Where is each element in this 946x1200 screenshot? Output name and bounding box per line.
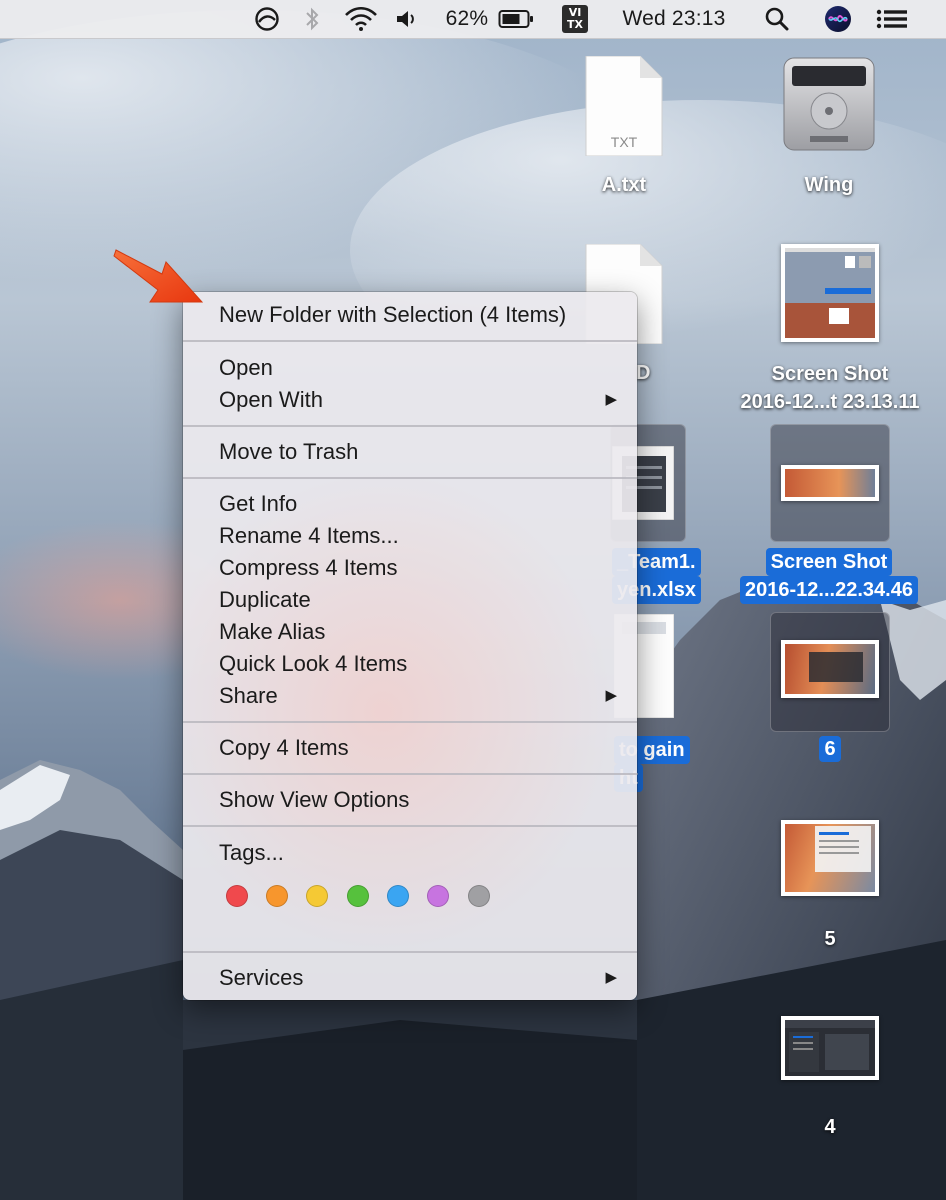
context-menu: New Folder with Selection (4 Items) Open… [183,292,637,1000]
menu-item-duplicate[interactable]: Duplicate [183,584,637,616]
screenshot-thumbnail [785,248,875,338]
tag-orange[interactable] [266,885,288,907]
screenshot-thumbnail [785,469,875,497]
desktop-screenshot-4[interactable] [781,1016,879,1080]
menu-item-services[interactable]: Services ▶ [183,962,637,994]
file-a-label: A.txt [601,174,647,196]
file-partial-d-label: D [636,362,651,384]
desktop-screenshot-231311[interactable] [781,244,879,342]
tag-gray[interactable] [468,885,490,907]
tag-purple[interactable] [427,885,449,907]
focus-circle-icon[interactable] [252,0,282,38]
menu-list-icon[interactable] [874,0,910,38]
input-source-badge[interactable]: VI TX [560,0,590,38]
menu-separator [183,773,637,775]
input-badge-line2: TX [567,18,583,31]
annotation-arrow-icon [113,249,204,303]
desktop-screenshot-6[interactable] [781,640,879,698]
bluetooth-icon[interactable] [300,0,324,38]
volume-icon[interactable] [394,0,420,38]
hard-disk-icon [783,57,875,151]
screenshot-thumbnail [785,1020,875,1076]
tag-yellow[interactable] [306,885,328,907]
menu-item-open-with[interactable]: Open With ▶ [183,384,637,416]
menu-item-compress[interactable]: Compress 4 Items [183,552,637,584]
tag-red[interactable] [226,885,248,907]
menu-item-open[interactable]: Open [183,352,637,384]
menu-item-share[interactable]: Share ▶ [183,680,637,712]
search-icon[interactable] [762,0,792,38]
screenshot-thumbnail [785,644,875,694]
screenshot-thumbnail [785,824,875,892]
desktop-screenshot-223446[interactable] [781,465,879,501]
thumb4-label: 4 [824,1116,836,1138]
menu-separator [183,425,637,427]
desktop-file-a-txt[interactable]: TXT [584,55,664,157]
menu-item-make-alias[interactable]: Make Alias [183,616,637,648]
menu-item-get-info[interactable]: Get Info [183,488,637,520]
menubar-clock[interactable]: Wed 23:13 [608,0,740,38]
menu-item-copy[interactable]: Copy 4 Items [183,732,637,764]
menu-separator [183,721,637,723]
thumb6-label: 6 [780,736,880,762]
screenshot-223446-label: Screen Shot 2016-12...22.34.46 [718,548,940,604]
menu-item-quick-look[interactable]: Quick Look 4 Items [183,648,637,680]
disk-wing-label: Wing [804,174,854,196]
file-type-badge: TXT [610,134,638,150]
submenu-arrow-icon: ▶ [605,687,617,704]
siri-icon[interactable] [822,0,854,38]
menu-separator [183,825,637,827]
screenshot-231311-label: Screen Shot 2016-12...t 23.13.11 [740,363,920,413]
menu-separator [183,477,637,479]
desktop-screenshot-5[interactable] [781,820,879,896]
battery-icon[interactable] [496,0,536,38]
menu-item-move-to-trash[interactable]: Move to Trash [183,436,637,468]
menu-item-rename[interactable]: Rename 4 Items... [183,520,637,552]
wifi-icon[interactable] [342,0,380,38]
menu-item-show-view-options[interactable]: Show View Options [183,784,637,816]
menu-separator [183,340,637,342]
thumb5-label: 5 [824,928,836,950]
submenu-arrow-icon: ▶ [605,391,617,408]
menu-item-new-folder-with-selection[interactable]: New Folder with Selection (4 Items) [183,299,637,331]
menu-separator [183,951,637,953]
desktop-disk-wing[interactable] [780,56,878,154]
tag-blue[interactable] [387,885,409,907]
menu-bar: 62% VI TX Wed 23:13 [0,0,946,39]
battery-percent: 62% [445,7,489,30]
tag-green[interactable] [347,885,369,907]
menu-item-tags[interactable]: Tags... [183,837,637,869]
submenu-arrow-icon: ▶ [605,969,617,986]
